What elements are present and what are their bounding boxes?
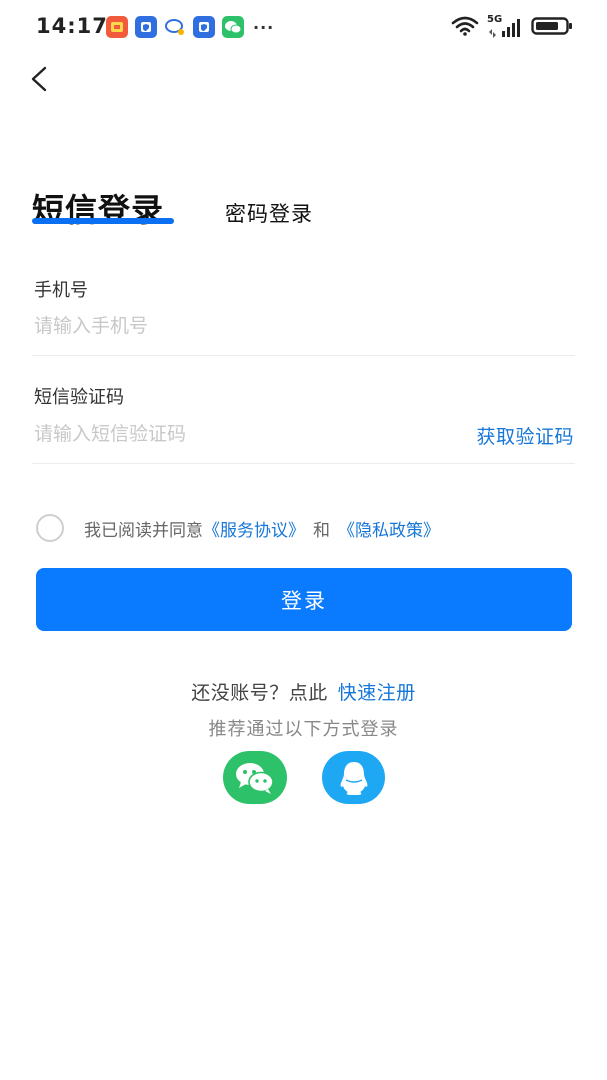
wechat-icon xyxy=(222,16,244,38)
agreement-checkbox[interactable] xyxy=(36,514,64,542)
chevron-left-icon xyxy=(31,66,47,92)
agreement-prefix: 我已阅读并同意 xyxy=(84,521,203,541)
chat-bubble-icon xyxy=(164,16,186,38)
system-icons: 5G xyxy=(451,14,573,40)
app-icon xyxy=(106,16,128,38)
sms-code-field-label: 短信验证码 xyxy=(34,387,124,408)
tab-password-login[interactable]: 密码登录 xyxy=(225,198,313,228)
login-button[interactable]: 登录 xyxy=(36,568,572,631)
active-tab-indicator xyxy=(32,218,174,224)
phone-input[interactable] xyxy=(32,311,434,341)
qq-login-button[interactable] xyxy=(322,751,385,804)
qq-icon xyxy=(340,761,367,795)
status-bar: 14:17 ··· 5G xyxy=(0,0,607,56)
back-button[interactable] xyxy=(22,62,56,96)
agreement-conjunction: 和 xyxy=(313,521,330,541)
quick-register-link[interactable]: 快速注册 xyxy=(338,682,416,704)
wifi-icon xyxy=(451,16,479,40)
more-notifications-icon: ··· xyxy=(253,17,275,37)
notification-icons: ··· xyxy=(106,16,274,38)
battery-icon xyxy=(531,16,573,40)
register-prompt: 还没账号？点此 快速注册 xyxy=(0,678,607,705)
register-prompt-text: 还没账号？点此 xyxy=(191,682,328,704)
status-time: 14:17 xyxy=(36,14,108,38)
agreement-text: 我已阅读并同意《服务协议》和《隐私政策》 xyxy=(84,516,440,541)
shield-app-icon xyxy=(193,16,215,38)
wechat-login-button[interactable] xyxy=(223,751,287,804)
sms-code-input[interactable] xyxy=(32,419,414,449)
divider xyxy=(32,463,575,464)
third-party-login-hint: 推荐通过以下方式登录 xyxy=(208,719,399,740)
shield-app-icon xyxy=(135,16,157,38)
wechat-icon xyxy=(236,762,274,794)
cellular-signal-icon: 5G xyxy=(487,14,523,39)
privacy-policy-link[interactable]: 《隐私政策》 xyxy=(338,521,440,541)
service-agreement-link[interactable]: 《服务协议》 xyxy=(203,521,305,541)
get-code-button[interactable]: 获取验证码 xyxy=(476,422,574,449)
divider xyxy=(32,355,575,356)
phone-field-label: 手机号 xyxy=(34,280,88,301)
tab-sms-login[interactable]: 短信登录 xyxy=(32,185,164,231)
